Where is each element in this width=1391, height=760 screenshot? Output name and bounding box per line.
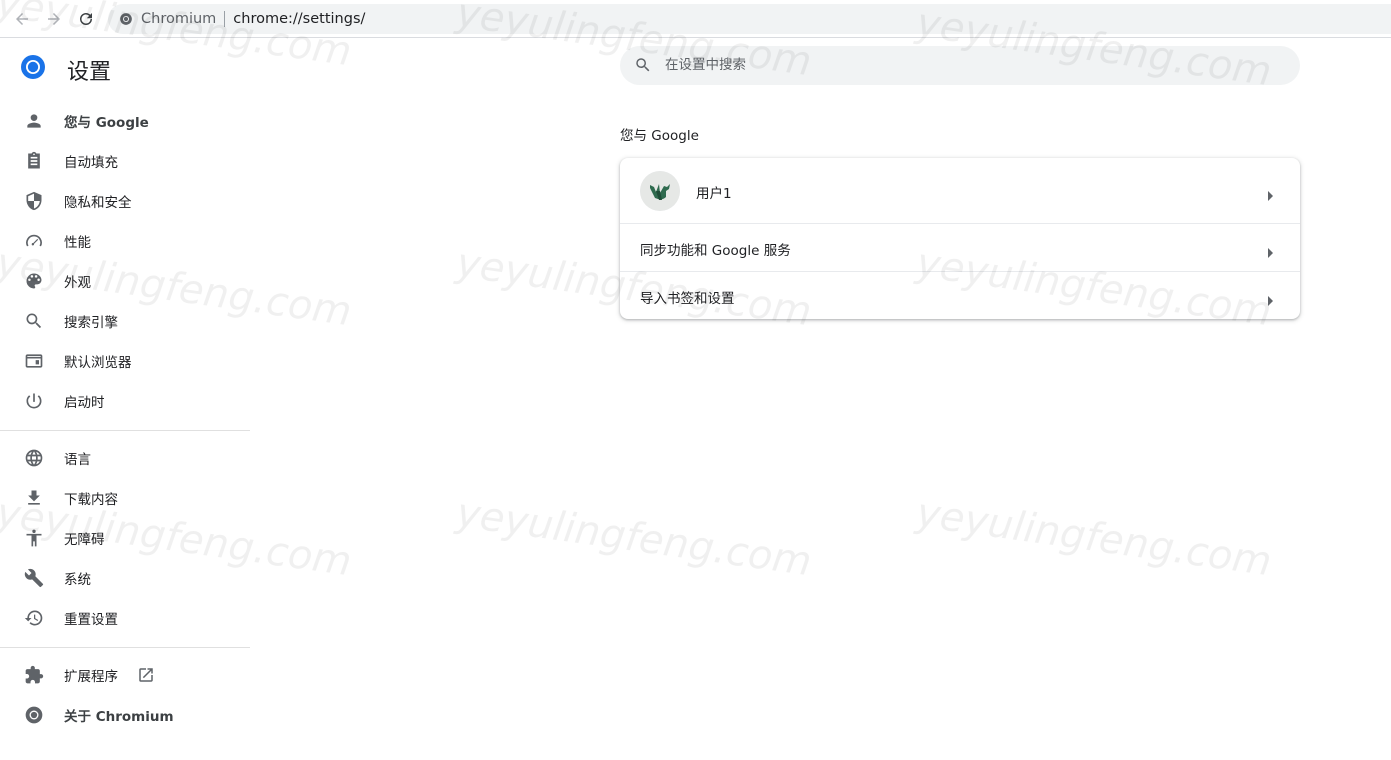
sidebar-item-reset[interactable]: 重置设置 xyxy=(0,598,250,638)
arrow-right-icon xyxy=(1266,243,1274,258)
browser-toolbar: Chromium chrome://settings/ xyxy=(0,0,1391,38)
search-input[interactable] xyxy=(665,54,1265,76)
sidebar-item-privacy[interactable]: 隐私和安全 xyxy=(0,181,250,221)
search-icon xyxy=(24,311,44,331)
sidebar-item-downloads[interactable]: 下载内容 xyxy=(0,478,250,518)
puzzle-icon xyxy=(24,665,44,685)
chromium-icon xyxy=(24,705,44,725)
reload-button[interactable] xyxy=(75,8,97,30)
sidebar-divider xyxy=(0,647,250,648)
sidebar-item-search-engine[interactable]: 搜索引擎 xyxy=(0,301,250,341)
page-title: 设置 xyxy=(67,60,112,85)
site-name: Chromium xyxy=(141,11,217,27)
sidebar-item-label: 无障碍 xyxy=(64,532,105,548)
address-separator xyxy=(224,11,226,27)
reload-icon xyxy=(80,12,92,25)
sidebar-divider xyxy=(0,430,250,431)
power-icon xyxy=(24,391,44,411)
section-title: 您与 Google xyxy=(620,128,699,144)
sidebar-item-accessibility[interactable]: 无障碍 xyxy=(0,518,250,558)
avatar xyxy=(640,171,680,211)
sidebar-item-label: 启动时 xyxy=(64,395,105,411)
import-bookmarks-label: 导入书签和设置 xyxy=(640,291,735,307)
chromium-logo-icon xyxy=(20,54,46,80)
arrow-back-icon xyxy=(16,13,28,25)
arrow-right-icon xyxy=(1266,291,1274,306)
chromium-icon xyxy=(119,12,133,26)
sync-services-label: 同步功能和 Google 服务 xyxy=(640,243,791,259)
you-and-google-card: 用户1 同步功能和 Google 服务 导入书签和设置 xyxy=(620,158,1300,319)
globe-icon xyxy=(24,448,44,468)
sidebar-item-label: 扩展程序 xyxy=(64,669,118,685)
sidebar-item-label: 您与 Google xyxy=(64,115,149,131)
forward-button[interactable] xyxy=(43,8,65,30)
shield-icon xyxy=(24,191,44,211)
profile-name: 用户1 xyxy=(696,186,732,202)
address-bar[interactable]: Chromium chrome://settings/ xyxy=(108,4,1391,34)
sidebar-item-label: 外观 xyxy=(64,275,91,291)
history-icon xyxy=(24,608,44,628)
sidebar-item-label: 自动填充 xyxy=(64,155,118,171)
open-in-new-icon xyxy=(137,666,155,684)
arrow-forward-icon xyxy=(48,13,60,25)
sidebar-item-system[interactable]: 系统 xyxy=(0,558,250,598)
sidebar-item-performance[interactable]: 性能 xyxy=(0,221,250,261)
palette-icon xyxy=(24,271,44,291)
speedometer-icon xyxy=(24,231,44,251)
sidebar-item-you-and-google[interactable]: 您与 Google xyxy=(0,101,250,141)
sidebar-item-label: 默认浏览器 xyxy=(64,355,132,371)
sidebar-item-on-startup[interactable]: 启动时 xyxy=(0,381,250,421)
browser-window-icon xyxy=(24,351,44,371)
sidebar-item-autofill[interactable]: 自动填充 xyxy=(0,141,250,181)
sidebar-item-languages[interactable]: 语言 xyxy=(0,438,250,478)
download-icon xyxy=(24,488,44,508)
sidebar-item-label: 系统 xyxy=(64,572,91,588)
sidebar-item-appearance[interactable]: 外观 xyxy=(0,261,250,301)
sidebar-item-default-browser[interactable]: 默认浏览器 xyxy=(0,341,250,381)
sidebar-item-label: 重置设置 xyxy=(64,612,118,628)
import-bookmarks-row[interactable]: 导入书签和设置 xyxy=(620,272,1300,319)
sidebar-item-label: 搜索引擎 xyxy=(64,315,118,331)
sync-services-row[interactable]: 同步功能和 Google 服务 xyxy=(620,224,1300,271)
sidebar-item-label: 关于 Chromium xyxy=(64,709,174,725)
sidebar-item-extensions[interactable]: 扩展程序 xyxy=(0,655,250,695)
settings-search[interactable] xyxy=(620,46,1300,85)
back-button[interactable] xyxy=(11,8,33,30)
sidebar-item-label: 隐私和安全 xyxy=(64,195,132,211)
person-icon xyxy=(24,111,44,131)
search-icon xyxy=(634,56,652,74)
url-text[interactable]: chrome://settings/ xyxy=(233,11,365,27)
clipboard-icon xyxy=(24,151,44,171)
sidebar-item-label: 下载内容 xyxy=(64,492,118,508)
watermark: yeyulingfeng.com xyxy=(913,490,1275,586)
watermark: yeyulingfeng.com xyxy=(453,490,815,586)
sidebar-item-about[interactable]: 关于 Chromium xyxy=(0,695,250,735)
profile-row[interactable]: 用户1 xyxy=(620,158,1300,223)
accessibility-icon xyxy=(24,528,44,548)
arrow-right-icon xyxy=(1266,186,1274,201)
wrench-icon xyxy=(24,568,44,588)
sidebar-item-label: 性能 xyxy=(64,235,91,251)
sidebar-item-label: 语言 xyxy=(64,452,91,468)
